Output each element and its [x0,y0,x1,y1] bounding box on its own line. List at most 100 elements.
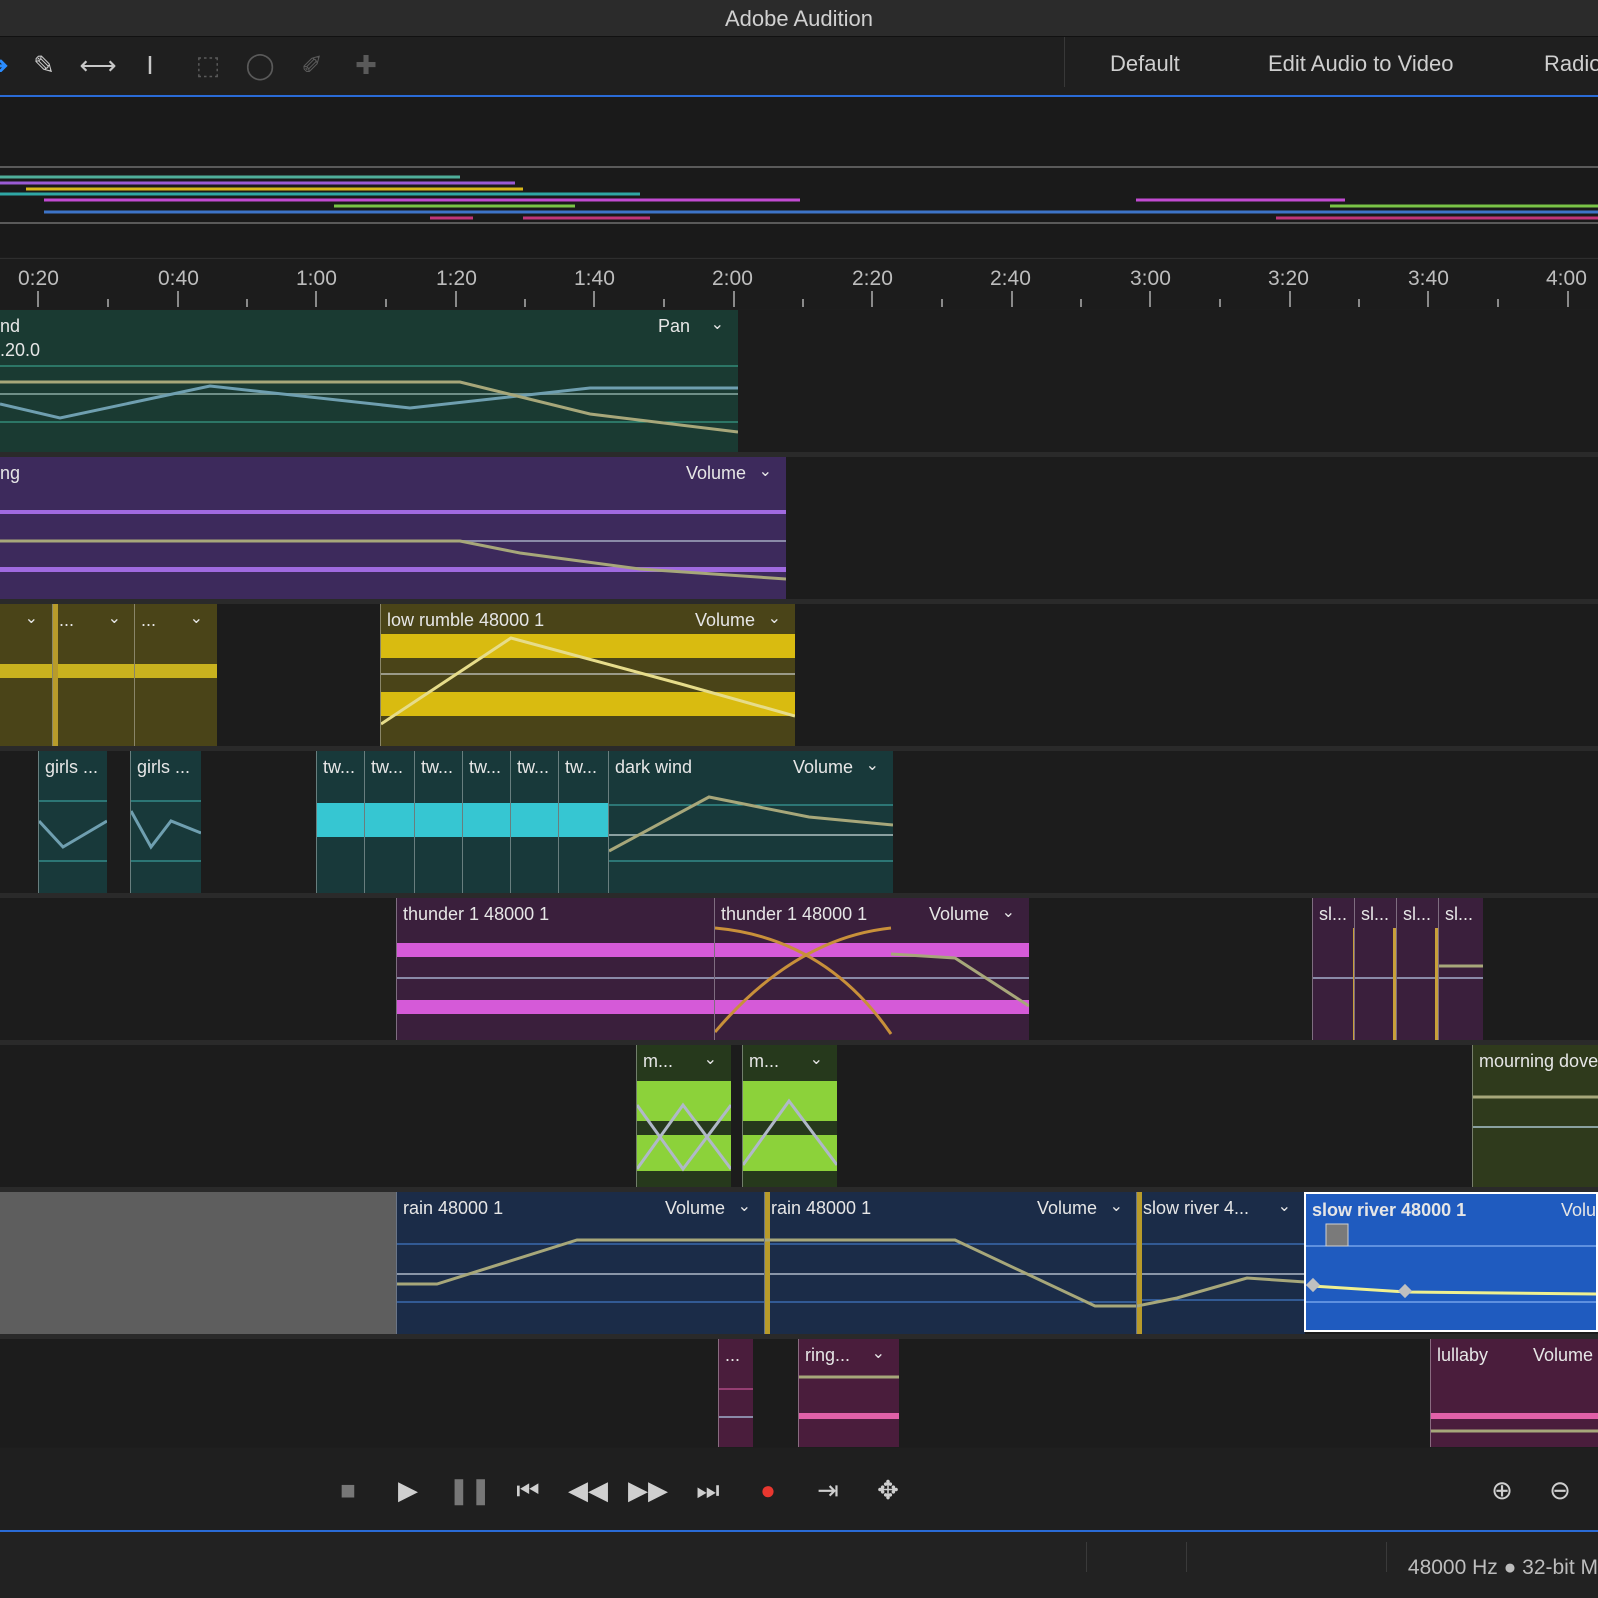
audio-clip[interactable]: ... ⌄ [134,604,217,746]
clip-keyframe-param[interactable]: Pan [658,316,690,337]
clip-name: ... [725,1345,741,1365]
workspace-edit-audio-to-video[interactable]: Edit Audio to Video [1268,51,1454,77]
track-4[interactable]: girls ... girls ... tw... tw... tw... tw… [0,751,1598,893]
track-3[interactable]: ⌄ ... ⌄ ... ⌄ low rumble 48000 1 Volume … [0,604,1598,746]
clip-keyframe-param[interactable]: Volume [665,1198,725,1219]
audio-clip[interactable]: ⌄ [0,604,52,746]
audio-clip[interactable]: ... ⌄ [52,604,135,746]
chevron-down-icon[interactable]: ⌄ [25,608,38,628]
fast-forward-icon[interactable]: ▶▶ [628,1470,668,1510]
lasso-tool-icon[interactable]: ◯ [240,45,280,85]
razor-tool-icon[interactable]: ✎ [24,45,64,85]
pause-icon[interactable]: ❚❚ [448,1470,492,1510]
selected-audio-clip[interactable]: slow river 48000 1 Volu [1304,1192,1598,1332]
zoom-out-amplitude-icon[interactable]: ⊖ [1540,1470,1580,1510]
chevron-down-icon[interactable]: ⌄ [738,1196,751,1216]
track-6[interactable]: m... ⌄ m... ⌄ mourning dove [0,1045,1598,1187]
audio-clip[interactable]: dark wind Volume ⌄ [608,751,893,893]
title-bar: Adobe Audition [0,0,1598,37]
clip-name: ring... [805,1345,851,1365]
audio-clip[interactable]: sl... [1354,898,1397,1040]
audio-clip[interactable]: sl... [1438,898,1483,1040]
session-overview[interactable] [0,97,1598,257]
audio-clip[interactable]: thunder 1 48000 1 Volume ⌄ [714,898,1029,1040]
clip-keyframe-param[interactable]: Volume [1037,1198,1097,1219]
audio-clip[interactable]: tw... [462,751,511,893]
audio-clip[interactable]: tw... [414,751,463,893]
audio-clip[interactable]: rain 48000 1 Volume ⌄ [764,1192,1137,1334]
zoom-in-amplitude-icon[interactable]: ⊕ [1482,1470,1522,1510]
chevron-down-icon[interactable]: ⌄ [1110,1196,1123,1216]
loop-playback-icon[interactable]: ⇥ [808,1470,848,1510]
audio-clip[interactable]: m... ⌄ [636,1045,731,1187]
clip-keyframe-param[interactable]: Volume [695,610,755,631]
ruler-ticks [37,291,1569,307]
slip-tool-icon[interactable]: ⟷ [78,45,118,85]
clip-name: tw... [469,757,502,777]
chevron-down-icon[interactable]: ⌄ [768,608,781,628]
marquee-tool-icon[interactable]: ⬚ [188,45,228,85]
time-selection-tool-icon[interactable]: I [130,45,170,85]
clip-keyframe-param[interactable]: Volume [929,904,989,925]
chevron-down-icon[interactable]: ⌄ [190,608,203,628]
track-1[interactable]: nd .20.0 Pan ⌄ [0,310,1598,452]
audio-clip[interactable]: ... [718,1339,753,1447]
rewind-icon[interactable]: ◀◀ [568,1470,608,1510]
track-8[interactable]: ... ring... ⌄ lullaby Volume [0,1339,1598,1447]
audio-clip[interactable]: sl... [1312,898,1355,1040]
spot-healing-tool-icon[interactable]: ✚ [346,45,386,85]
audio-clip[interactable]: sl... [1396,898,1439,1040]
transport-bar: ■ ▶ ❚❚ ⏮ ◀◀ ▶▶ ⏭ ● ⇥ ✥ ⊕ ⊖ [0,1448,1598,1532]
audio-clip[interactable]: tw... [316,751,365,893]
time-selection[interactable] [0,1192,396,1334]
audio-clip[interactable]: tw... [510,751,559,893]
chevron-down-icon[interactable]: ⌄ [711,314,724,334]
clip-keyframe-param[interactable]: Volu [1561,1200,1596,1221]
audio-clip[interactable]: tw... [558,751,609,893]
timeline-ruler[interactable]: 0:20 0:40 1:00 1:20 1:40 2:00 2:20 2:40 … [0,258,1598,309]
audio-clip[interactable]: ring... ⌄ [798,1339,899,1447]
chevron-down-icon[interactable]: ⌄ [872,1343,885,1363]
track-7[interactable]: rain 48000 1 Volume ⌄ rain 48000 1 Volum… [0,1192,1598,1334]
chevron-down-icon[interactable]: ⌄ [108,608,121,628]
clip-name: slow river 48000 1 [1312,1200,1467,1220]
workspace-default[interactable]: Default [1110,51,1180,77]
overview-lanes [0,166,1598,224]
audio-clip[interactable]: m... ⌄ [742,1045,837,1187]
audio-clip[interactable]: slow river 4... ⌄ [1136,1192,1305,1334]
play-icon[interactable]: ▶ [388,1470,428,1510]
clip-keyframe-param[interactable]: Volume [793,757,853,778]
chevron-down-icon[interactable]: ⌄ [759,461,772,481]
clip-keyframe-param[interactable]: Volume [1533,1345,1593,1366]
clip-waveform [0,365,738,434]
audio-clip[interactable]: mourning dove [1472,1045,1598,1187]
audio-clip[interactable]: thunder 1 48000 1 [396,898,715,1040]
audio-clip[interactable]: tw... [364,751,415,893]
track-5[interactable]: thunder 1 48000 1 thunder 1 48000 1 Volu… [0,898,1598,1040]
brush-tool-icon[interactable]: ✐ [292,45,332,85]
track-2[interactable]: ng Volume ⌄ [0,457,1598,599]
audio-clip[interactable]: low rumble 48000 1 Volume ⌄ [380,604,795,746]
clip-keyframe-param[interactable]: Volume [686,463,746,484]
go-to-start-icon[interactable]: ⏮ [508,1470,548,1510]
audio-clip[interactable]: ng Volume ⌄ [0,457,786,599]
audio-clip[interactable]: girls ... [38,751,107,893]
audio-clip[interactable]: rain 48000 1 Volume ⌄ [396,1192,765,1334]
skip-selection-icon[interactable]: ✥ [868,1470,908,1510]
move-tool-icon[interactable]: ➔ [0,45,18,85]
stop-icon[interactable]: ■ [328,1470,368,1510]
chevron-down-icon[interactable]: ⌄ [866,755,879,775]
record-icon[interactable]: ● [748,1470,788,1510]
go-to-end-icon[interactable]: ⏭ [688,1470,728,1510]
chevron-down-icon[interactable]: ⌄ [704,1049,717,1069]
audio-clip[interactable]: girls ... [130,751,201,893]
audio-clip[interactable]: lullaby Volume [1430,1339,1598,1447]
chevron-down-icon[interactable]: ⌄ [1278,1196,1291,1216]
chevron-down-icon[interactable]: ⌄ [1002,902,1015,922]
clip-name: low rumble 48000 1 [387,610,545,630]
chevron-down-icon[interactable]: ⌄ [810,1049,823,1069]
clip-name: tw... [517,757,550,777]
workspace-radio[interactable]: Radio [1544,51,1598,77]
toolbar: ➔ ✎ ⟷ I ⬚ ◯ ✐ ✚ Default Edit Audio to Vi… [0,37,1598,97]
audio-clip[interactable]: nd .20.0 Pan ⌄ [0,310,738,452]
